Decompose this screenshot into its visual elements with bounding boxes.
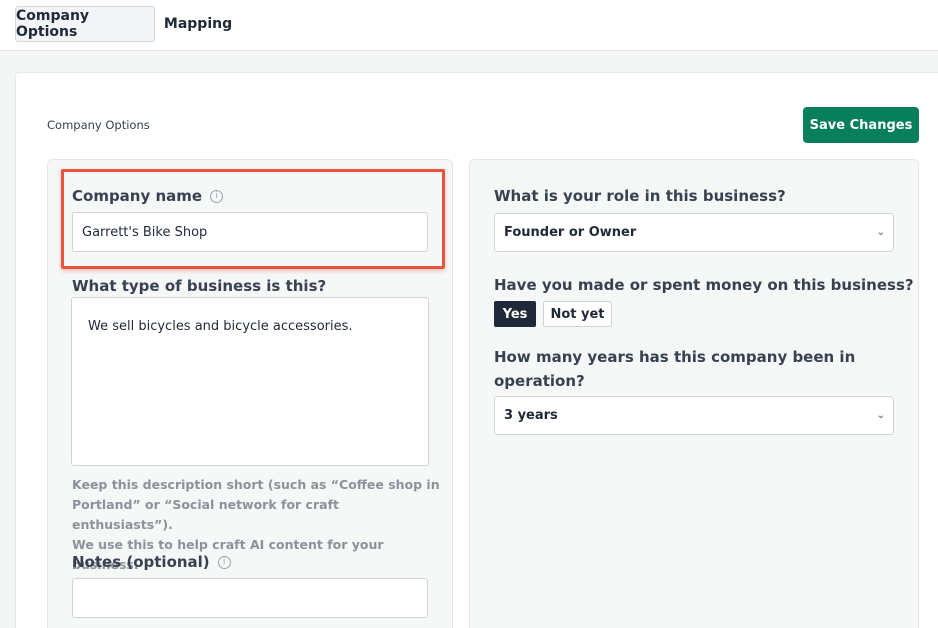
business-type-label-text: What type of business is this? [72,277,327,295]
years-select-value: 3 years [504,408,558,423]
company-name-label: Company name i [72,186,224,206]
section-title: Company Options [47,118,150,132]
help-line-2: Portland” or “Social network for craft e… [72,497,339,532]
notes-input[interactable] [72,578,428,618]
chevron-down-icon: ⌄ [876,227,885,238]
save-changes-button[interactable]: Save Changes [803,107,919,143]
business-type-textarea[interactable]: We sell bicycles and bicycle accessories… [71,297,429,466]
info-icon[interactable]: i [210,189,224,203]
years-label-line-1: How many years has this company been in [494,348,856,366]
role-label-text: What is your role in this business? [494,187,786,205]
years-label: How many years has this company been in … [494,345,855,393]
info-icon[interactable]: i [217,555,231,569]
role-label: What is your role in this business? [494,186,786,206]
years-label-line-2: operation? [494,372,585,390]
company-name-label-text: Company name [72,187,203,205]
not-yet-button[interactable]: Not yet [543,301,612,327]
yes-button[interactable]: Yes [494,301,536,327]
tab-mapping[interactable]: Mapping [158,6,238,42]
notes-label-text: Notes (optional) [72,553,210,571]
money-label-text: Have you made or spent money on this bus… [494,276,914,294]
years-select[interactable]: 3 years ⌄ [494,396,894,435]
money-label: Have you made or spent money on this bus… [494,275,914,295]
notes-label: Notes (optional) i [72,552,231,572]
role-select[interactable]: Founder or Owner ⌄ [494,213,894,252]
chevron-down-icon: ⌄ [876,410,885,421]
business-type-label: What type of business is this? [72,276,326,296]
role-select-value: Founder or Owner [504,225,637,240]
top-tab-bar: Company Options Mapping [0,0,938,51]
tab-company-options[interactable]: Company Options [15,6,155,42]
help-line-1: Keep this description short (such as “Co… [72,477,440,492]
company-name-input[interactable] [72,212,428,252]
